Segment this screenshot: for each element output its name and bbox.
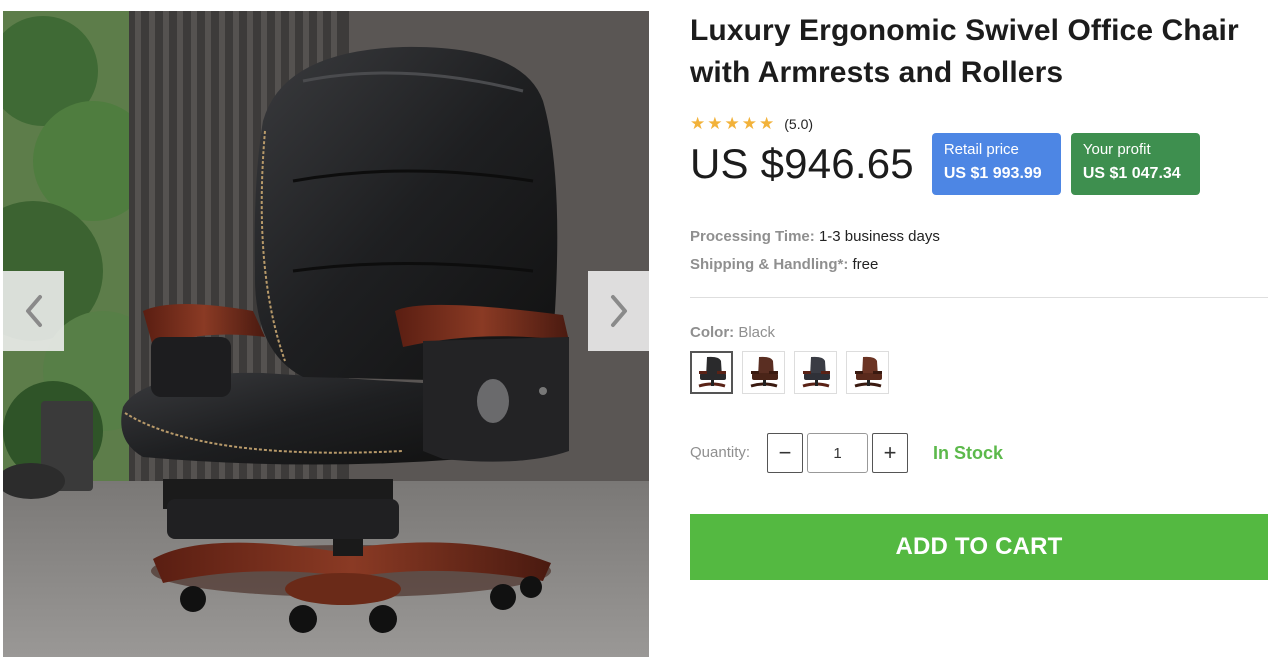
product-title: Luxury Ergonomic Swivel Office Chair wit…: [690, 14, 1239, 89]
star-icon: ★: [741, 114, 757, 133]
profit-badge: Your profit US $1 047.34: [1070, 133, 1200, 195]
swatch-black[interactable]: [690, 351, 733, 394]
chair-thumbnail: [698, 356, 726, 387]
star-icon: ★: [690, 114, 706, 133]
star-icon: ★: [707, 114, 723, 133]
chevron-right-icon: [610, 295, 627, 327]
star-rating: ★ ★ ★ ★ ★: [690, 115, 774, 133]
swatch-black-variant[interactable]: [794, 351, 837, 394]
quantity-increase-button[interactable]: +: [872, 433, 908, 473]
gallery-next-button[interactable]: [588, 271, 649, 351]
quantity-label: Quantity:: [690, 444, 751, 461]
star-icon: ★: [759, 114, 775, 133]
shipping-label: Shipping & Handling*:: [690, 256, 849, 273]
rating-value: (5.0): [784, 116, 814, 132]
retail-price-badge: Retail price US $1 993.99: [931, 133, 1061, 195]
swatch-brown-variant[interactable]: [846, 351, 889, 394]
shipping-value: free: [852, 256, 879, 273]
product-photo: [3, 11, 649, 657]
color-swatches: [690, 351, 889, 394]
retail-price-label: Retail price: [943, 141, 1019, 158]
divider: [690, 297, 1268, 298]
product-price: US $946.65: [690, 140, 914, 187]
product-details: Luxury Ergonomic Swivel Office Chair wit…: [690, 10, 1270, 580]
star-icon: ★: [724, 114, 740, 133]
gallery-prev-button[interactable]: [3, 271, 64, 351]
retail-price-value: US $1 993.99: [943, 165, 1042, 182]
quantity-decrease-button[interactable]: −: [767, 433, 803, 473]
shipping-handling: Shipping & Handling*: free: [690, 256, 878, 273]
chair-thumbnail: [854, 356, 882, 387]
swatch-brown[interactable]: [742, 351, 785, 394]
product-image-gallery: [3, 11, 649, 657]
rating: ★ ★ ★ ★ ★ (5.0): [690, 114, 813, 134]
chair-thumbnail: [750, 356, 778, 387]
chair-thumbnail: [802, 356, 830, 387]
processing-time: Processing Time: 1-3 business days: [690, 228, 940, 245]
color-label: Color:: [690, 324, 735, 341]
profit-label: Your profit: [1082, 141, 1151, 158]
processing-time-label: Processing Time:: [690, 228, 815, 245]
stock-status: In Stock: [933, 443, 1004, 463]
add-to-cart-button[interactable]: ADD TO CART: [690, 514, 1268, 580]
color-selection: Color: Black: [690, 324, 775, 341]
color-value: Black: [738, 324, 776, 341]
profit-value: US $1 047.34: [1082, 165, 1181, 182]
chevron-left-icon: [25, 295, 42, 327]
price-row: US $946.65 Retail price US $1 993.99 You…: [690, 133, 1200, 195]
quantity-input[interactable]: [807, 433, 868, 473]
processing-time-value: 1-3 business days: [818, 228, 940, 245]
